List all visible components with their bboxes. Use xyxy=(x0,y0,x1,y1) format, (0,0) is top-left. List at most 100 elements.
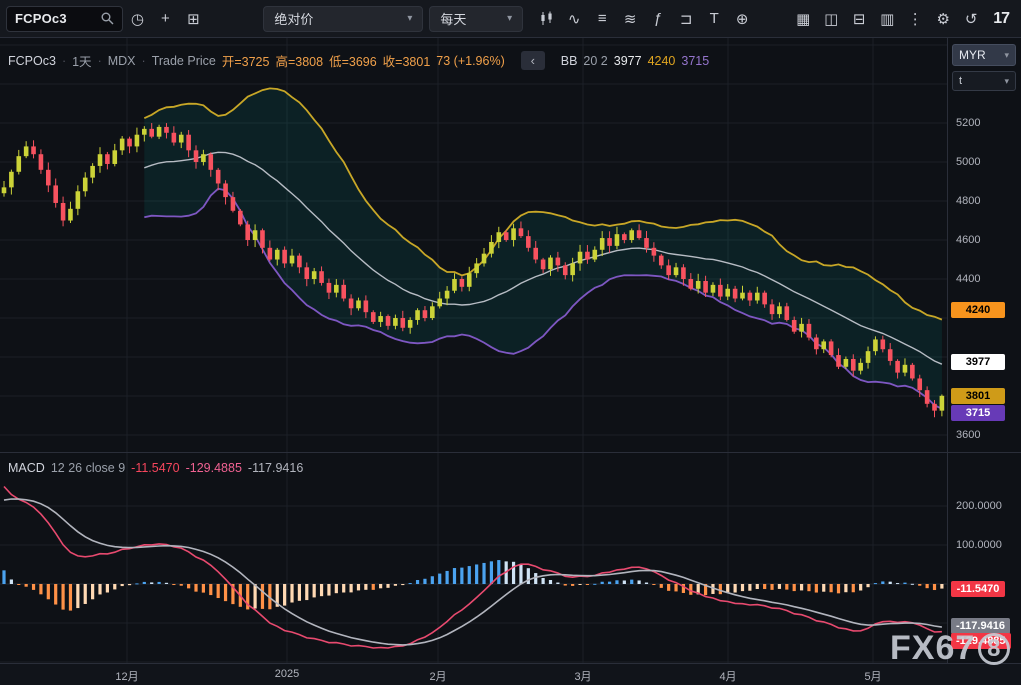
grid-icon: ▦ xyxy=(796,10,810,28)
chevron-down-icon: ▾ xyxy=(407,13,412,24)
price-badge: 3715 xyxy=(951,405,1005,421)
time-label: 2025 xyxy=(275,668,299,680)
compare-icon: ⊐ xyxy=(680,10,693,28)
time-label: 4月 xyxy=(719,668,736,684)
price-type-dropdown[interactable]: 绝对价 ▾ xyxy=(263,6,423,32)
line-chart-icon: ∿ xyxy=(568,10,581,28)
bar-replay-button[interactable]: ◷ xyxy=(124,6,150,32)
legend-series-type: Trade Price xyxy=(152,54,216,68)
undo-icon: ↺ xyxy=(965,10,978,28)
add-symbol-button[interactable]: + xyxy=(152,6,178,32)
bb-label: BB xyxy=(561,54,578,68)
grid-settings-button[interactable]: ▦ xyxy=(790,6,816,32)
settings-button[interactable]: ⚙ xyxy=(930,6,956,32)
layout-3-icon: ⊟ xyxy=(853,10,866,28)
macd-badge: -117.9416 xyxy=(951,618,1010,634)
time-label: 12月 xyxy=(115,668,138,684)
axis-settings-panel: MYR ▾ t ▾ xyxy=(952,44,1016,96)
clock-icon: ◷ xyxy=(131,10,144,28)
layout-three-pane-button[interactable]: ⊟ xyxy=(846,6,872,32)
collapse-legend-button[interactable]: ‹ xyxy=(521,51,545,70)
macd-params: 12 26 close 9 xyxy=(51,461,125,475)
macd-signal-value: -117.9416 xyxy=(248,461,303,475)
price-chart[interactable] xyxy=(0,38,947,452)
waves-button[interactable]: ≋ xyxy=(617,6,643,32)
separator-dot: · xyxy=(62,54,66,68)
macd-badge: -129.4885 xyxy=(951,633,1011,649)
zoom-in-button[interactable]: ⊕ xyxy=(729,6,755,32)
undo-button[interactable]: ↺ xyxy=(958,6,984,32)
bb-lower-value: 3715 xyxy=(681,54,709,68)
folder-icon: ⊞ xyxy=(187,10,200,28)
interval-label: 每天 xyxy=(440,9,466,28)
bars-style-button[interactable]: ≡ xyxy=(589,6,615,32)
price-tick: 4400 xyxy=(956,273,980,285)
price-badge: 3977 xyxy=(951,354,1005,370)
waves-icon: ≋ xyxy=(624,10,637,28)
chevron-down-icon: ▾ xyxy=(507,13,512,24)
time-label: 5月 xyxy=(864,668,881,684)
separator-dot: · xyxy=(142,54,146,68)
legend-low: 低=3696 xyxy=(329,51,377,70)
toolbar-right-cluster: ⚙ ↺ 17 xyxy=(929,6,1017,32)
chevron-left-icon: ‹ xyxy=(531,53,535,68)
compare-button[interactable]: ⊐ xyxy=(673,6,699,32)
bb-params: 20 2 xyxy=(583,54,607,68)
plus-icon: + xyxy=(161,10,170,27)
layout-two-pane-button[interactable]: ◫ xyxy=(818,6,844,32)
line-style-button[interactable]: ∿ xyxy=(561,6,587,32)
legend-high: 高=3808 xyxy=(275,51,323,70)
interval-dropdown[interactable]: 每天 ▾ xyxy=(429,6,523,32)
macd-hist-value: -11.5470 xyxy=(131,461,179,475)
chevron-down-icon: ▾ xyxy=(1004,50,1009,61)
macd-tick: 200.0000 xyxy=(956,500,1002,512)
price-type-label: 绝对价 xyxy=(274,9,313,28)
legend-change: 73 (+1.96%) xyxy=(436,54,504,68)
price-badge: 3801 xyxy=(951,388,1005,404)
open-layout-button[interactable]: ⊞ xyxy=(180,6,206,32)
legend-close: 收=3801 xyxy=(383,51,431,70)
macd-chart[interactable] xyxy=(0,452,947,663)
bars-icon: ≡ xyxy=(598,10,607,27)
tradingview-logo[interactable]: 17 xyxy=(985,10,1017,28)
currency-label: MYR xyxy=(959,48,986,62)
price-tick: 5200 xyxy=(956,117,980,129)
layout-2-icon: ◫ xyxy=(824,10,838,28)
price-axis[interactable]: 5200500048004600440036004240397738013715 xyxy=(947,38,1021,452)
candlestick-style-button[interactable] xyxy=(533,6,559,32)
time-label: 3月 xyxy=(574,668,591,684)
price-tick: 5000 xyxy=(956,156,980,168)
currency-dropdown[interactable]: MYR ▾ xyxy=(952,44,1016,66)
legend-interval: 1天 xyxy=(72,51,91,70)
time-axis[interactable]: 12月 2025 2月 3月 4月 5月 xyxy=(0,663,1021,685)
separator-dot: · xyxy=(98,54,102,68)
bb-basis-value: 3977 xyxy=(614,54,642,68)
time-label: 2月 xyxy=(429,668,446,684)
legend-open: 开=3725 xyxy=(222,51,270,70)
top-toolbar: FCPOc3 ◷ + ⊞ 绝对价 ▾ 每天 ▾ ∿ ≡ ≋ xyxy=(0,0,1021,38)
gear-icon: ⚙ xyxy=(936,10,949,28)
macd-legend: MACD 12 26 close 9 -11.5470 -129.4885 -1… xyxy=(8,461,303,475)
macd-value-axis[interactable]: 200.0000100.0000-100.0000-11.5470-117.94… xyxy=(947,452,1021,663)
symbol-name: FCPOc3 xyxy=(15,11,67,26)
macd-line-value: -129.4885 xyxy=(186,461,242,475)
search-icon xyxy=(101,12,114,25)
kebab-icon: ⋮ xyxy=(908,10,923,28)
text-tool-button[interactable]: T xyxy=(701,6,727,32)
zoom-in-icon: ⊕ xyxy=(736,10,749,28)
unit-dropdown[interactable]: t ▾ xyxy=(952,71,1016,91)
candlestick-icon xyxy=(539,11,554,26)
more-options-button[interactable]: ⋮ xyxy=(902,6,928,32)
indicators-button[interactable]: ƒ xyxy=(645,6,671,32)
symbol-search[interactable]: FCPOc3 xyxy=(6,6,123,32)
trading-app: FCPOc3 ◷ + ⊞ 绝对价 ▾ 每天 ▾ ∿ ≡ ≋ xyxy=(0,0,1021,685)
price-tick: 4800 xyxy=(956,195,980,207)
macd-label: MACD xyxy=(8,461,45,475)
unit-label: t xyxy=(959,75,962,87)
price-tick: 3600 xyxy=(956,429,980,441)
price-tick: 4600 xyxy=(956,234,980,246)
pane-separator[interactable] xyxy=(0,452,1021,453)
chart-stats-button[interactable]: ▥ xyxy=(874,6,900,32)
bb-upper-value: 4240 xyxy=(648,54,676,68)
macd-badge: -11.5470 xyxy=(951,581,1005,597)
